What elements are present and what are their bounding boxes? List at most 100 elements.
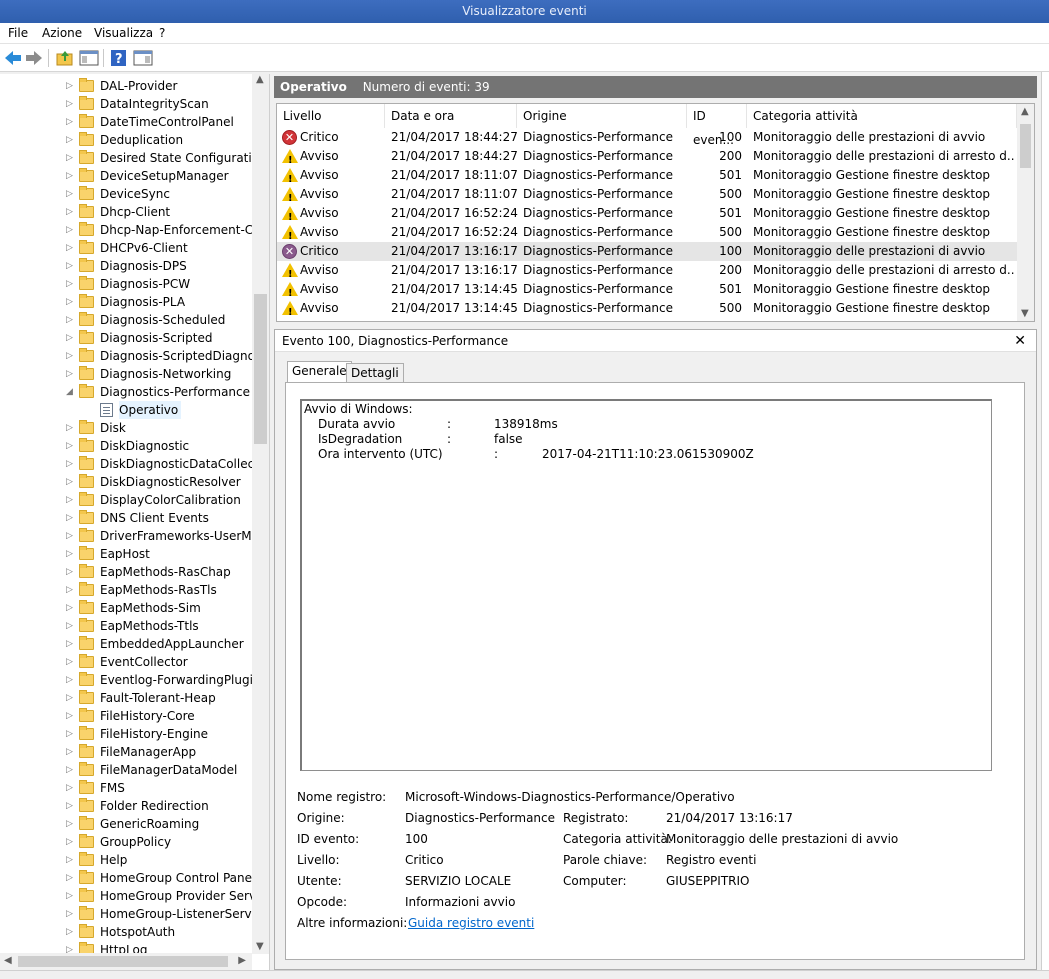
tree-item[interactable]: ▷ EapMethods-RasTls bbox=[0, 581, 256, 599]
collapsed-arrow-icon[interactable]: ▷ bbox=[66, 527, 74, 545]
collapsed-arrow-icon[interactable]: ▷ bbox=[66, 131, 74, 149]
event-description[interactable]: Avvio di Windows: Durata avvio : 138918m… bbox=[300, 399, 992, 771]
tree-item[interactable]: ▷ Diagnosis-Scripted bbox=[0, 329, 256, 347]
tree-item[interactable]: ▷ DataIntegrityScan bbox=[0, 95, 256, 113]
tree-item[interactable]: ▷ DeviceSetupManager bbox=[0, 167, 256, 185]
tree-item[interactable]: ▷ Deduplication bbox=[0, 131, 256, 149]
table-row[interactable]: Avviso 21/04/2017 13:14:45 Diagnostics-Per… bbox=[277, 299, 1017, 321]
tree-item[interactable]: ▷ Eventlog-ForwardingPlugin bbox=[0, 671, 261, 689]
menu-help[interactable]: ? bbox=[159, 26, 165, 40]
col-id-evento[interactable]: ID even... bbox=[687, 104, 747, 147]
tree-item[interactable]: ▷ GenericRoaming bbox=[0, 815, 256, 833]
tab-dettagli[interactable]: Dettagli bbox=[346, 363, 404, 383]
collapsed-arrow-icon[interactable]: ▷ bbox=[66, 563, 74, 581]
collapsed-arrow-icon[interactable]: ▷ bbox=[66, 239, 74, 257]
collapsed-arrow-icon[interactable]: ▷ bbox=[66, 887, 74, 905]
collapsed-arrow-icon[interactable]: ▷ bbox=[66, 869, 74, 887]
tree-item[interactable]: ▷ EapMethods-Ttls bbox=[0, 617, 256, 635]
collapsed-arrow-icon[interactable]: ▷ bbox=[66, 635, 74, 653]
collapsed-arrow-icon[interactable]: ▷ bbox=[66, 167, 74, 185]
collapsed-arrow-icon[interactable]: ▷ bbox=[66, 347, 74, 365]
tree-item[interactable]: ▷ DateTimeControlPanel bbox=[0, 113, 256, 131]
collapsed-arrow-icon[interactable]: ▷ bbox=[66, 203, 74, 221]
tree-item[interactable]: ▷ HomeGroup Control Panel bbox=[0, 869, 256, 887]
tree-item[interactable]: ▷ HomeGroup Provider Service bbox=[0, 887, 269, 905]
tree-item[interactable]: ▷ HomeGroup-ListenerService bbox=[0, 905, 269, 923]
collapsed-arrow-icon[interactable]: ▷ bbox=[66, 761, 74, 779]
close-icon[interactable]: ✕ bbox=[1014, 330, 1026, 352]
collapsed-arrow-icon[interactable]: ▷ bbox=[66, 689, 74, 707]
tree-item[interactable]: ▷ DisplayColorCalibration bbox=[0, 491, 256, 509]
collapsed-arrow-icon[interactable]: ▷ bbox=[66, 509, 74, 527]
tree-item[interactable]: ▷ FileHistory-Engine bbox=[0, 725, 256, 743]
tree-item[interactable]: ▷ EapMethods-Sim bbox=[0, 599, 256, 617]
tree-item[interactable]: ▷ Diagnosis-DPS bbox=[0, 257, 256, 275]
tree-item[interactable]: ▷ Help bbox=[0, 851, 256, 869]
collapsed-arrow-icon[interactable]: ▷ bbox=[66, 545, 74, 563]
col-categoria[interactable]: Categoria attività bbox=[747, 104, 1017, 128]
table-row[interactable]: ✕ Critico 21/04/2017 18:44:27 Diagnostics-P… bbox=[277, 128, 1017, 147]
collapsed-arrow-icon[interactable]: ▷ bbox=[66, 599, 74, 617]
collapsed-arrow-icon[interactable]: ▷ bbox=[66, 185, 74, 203]
tree-item[interactable]: ▷ Diagnosis-PLA bbox=[0, 293, 256, 311]
tree-item[interactable]: ▷ Dhcp-Nap-Enforcement-Clie bbox=[0, 221, 267, 239]
events-grid[interactable]: Livello Data e ora Origine ID even... Ca… bbox=[276, 103, 1035, 322]
event-log-help-link[interactable]: Guida registro eventi bbox=[408, 916, 534, 930]
forward-arrow-icon[interactable] bbox=[24, 48, 44, 68]
tree-item[interactable]: ▷ Diagnosis-ScriptedDiagnosti bbox=[0, 347, 269, 365]
menu-visualizza[interactable]: Visualizza bbox=[94, 26, 153, 40]
col-data-ora[interactable]: Data e ora bbox=[385, 104, 517, 128]
collapsed-arrow-icon[interactable]: ▷ bbox=[66, 437, 74, 455]
tree-item[interactable]: ▷ EapMethods-RasChap bbox=[0, 563, 256, 581]
expanded-arrow-icon[interactable]: ◢ bbox=[66, 383, 74, 401]
tree-item[interactable]: ▷ Desired State Configuration bbox=[0, 149, 267, 167]
tree-item[interactable]: ▷ Dhcp-Client bbox=[0, 203, 256, 221]
collapsed-arrow-icon[interactable]: ▷ bbox=[66, 455, 74, 473]
tree-item[interactable]: ▷ FileManagerDataModel bbox=[0, 761, 256, 779]
collapsed-arrow-icon[interactable]: ▷ bbox=[66, 797, 74, 815]
collapsed-arrow-icon[interactable]: ▷ bbox=[66, 725, 74, 743]
grid-vertical-scrollbar[interactable]: ▲ ▼ bbox=[1017, 104, 1034, 321]
collapsed-arrow-icon[interactable]: ▷ bbox=[66, 113, 74, 131]
tree-item[interactable]: ▷ DiskDiagnostic bbox=[0, 437, 256, 455]
show-hide-tree-icon[interactable] bbox=[79, 48, 99, 68]
navigation-tree[interactable]: ▷ DAL-Provider ▷ DataIntegrityScan ▷ DateTime… bbox=[0, 74, 270, 970]
collapsed-arrow-icon[interactable]: ▷ bbox=[66, 221, 74, 239]
tree-horizontal-scrollbar[interactable]: ◀ ▶ bbox=[0, 953, 252, 970]
tree-item[interactable]: ◢ Diagnostics-Performance bbox=[0, 383, 256, 401]
collapsed-arrow-icon[interactable]: ▷ bbox=[66, 653, 74, 671]
tree-vscroll-thumb[interactable] bbox=[254, 294, 267, 444]
tree-item[interactable]: ▷ EventCollector bbox=[0, 653, 256, 671]
collapsed-arrow-icon[interactable]: ▷ bbox=[66, 149, 74, 167]
collapsed-arrow-icon[interactable]: ▷ bbox=[66, 473, 74, 491]
table-row[interactable]: Avviso 21/04/2017 13:16:17 Diagnostics-Per… bbox=[277, 261, 1017, 284]
tree-item[interactable]: ▷ FMS bbox=[0, 779, 256, 797]
collapsed-arrow-icon[interactable]: ▷ bbox=[66, 617, 74, 635]
tree-item[interactable]: ▷ DiskDiagnosticResolver bbox=[0, 473, 256, 491]
help-icon[interactable]: ? bbox=[109, 48, 129, 68]
collapsed-arrow-icon[interactable]: ▷ bbox=[66, 707, 74, 725]
tree-item[interactable]: ▷ Disk bbox=[0, 419, 256, 437]
collapsed-arrow-icon[interactable]: ▷ bbox=[66, 311, 74, 329]
tree-vertical-scrollbar[interactable]: ▲ ▼ bbox=[252, 74, 269, 954]
collapsed-arrow-icon[interactable]: ▷ bbox=[66, 329, 74, 347]
tab-generale[interactable]: Generale bbox=[287, 361, 352, 383]
menu-file[interactable]: File bbox=[8, 26, 28, 40]
collapsed-arrow-icon[interactable]: ▷ bbox=[66, 779, 74, 797]
table-row[interactable]: Avviso 21/04/2017 18:44:27 Diagnostics-Per… bbox=[277, 147, 1017, 170]
tree-item[interactable]: ▷ Diagnosis-Networking bbox=[0, 365, 256, 383]
show-hide-action-pane-icon[interactable] bbox=[133, 48, 153, 68]
tree-item[interactable]: ▷ FileManagerApp bbox=[0, 743, 256, 761]
collapsed-arrow-icon[interactable]: ▷ bbox=[66, 77, 74, 95]
tree-item[interactable]: ▷ DriverFrameworks-UserMode bbox=[0, 527, 269, 545]
tree-item[interactable]: ▷ DNS Client Events bbox=[0, 509, 256, 527]
collapsed-arrow-icon[interactable]: ▷ bbox=[66, 293, 74, 311]
tree-item[interactable]: ▷ DeviceSync bbox=[0, 185, 256, 203]
table-row[interactable]: Avviso 21/04/2017 18:11:07 Diagnostics-Per… bbox=[277, 166, 1017, 189]
back-arrow-icon[interactable] bbox=[3, 48, 23, 68]
tree-item[interactable]: ▷ GroupPolicy bbox=[0, 833, 256, 851]
tree-item[interactable]: ▷ DHCPv6-Client bbox=[0, 239, 256, 257]
table-row[interactable]: ✕ Critico 21/04/2017 13:16:17 Diagnostics-P… bbox=[277, 242, 1017, 261]
collapsed-arrow-icon[interactable]: ▷ bbox=[66, 905, 74, 923]
collapsed-arrow-icon[interactable]: ▷ bbox=[66, 833, 74, 851]
